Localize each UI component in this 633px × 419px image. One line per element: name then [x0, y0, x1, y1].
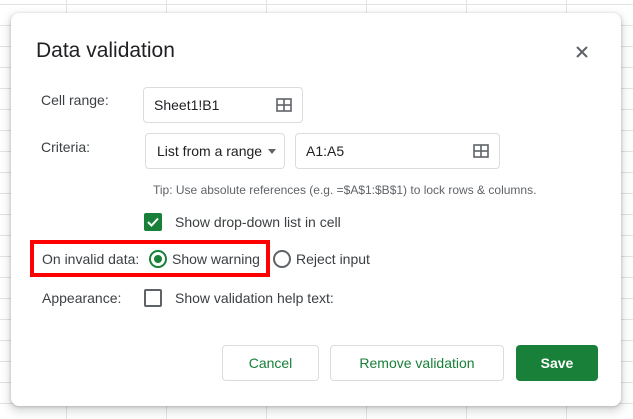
cell-range-field[interactable]	[143, 87, 303, 123]
checkmark-icon	[147, 217, 159, 227]
show-dropdown-checkbox[interactable]	[144, 213, 162, 231]
caret-down-icon	[268, 148, 277, 154]
cancel-button[interactable]: Cancel	[222, 345, 319, 381]
criteria-range-input[interactable]	[306, 143, 499, 159]
cell-range-label: Cell range:	[41, 92, 109, 108]
remove-validation-button[interactable]: Remove validation	[330, 345, 504, 381]
dialog-title: Data validation	[36, 39, 175, 62]
criteria-type-select[interactable]: List from a range	[145, 133, 285, 169]
help-text-label[interactable]: Show validation help text:	[175, 290, 334, 306]
red-highlight-box	[30, 240, 270, 277]
save-button[interactable]: Save	[516, 345, 598, 381]
reject-input-radio[interactable]	[273, 250, 291, 268]
criteria-type-value: List from a range	[157, 143, 263, 159]
criteria-label: Criteria:	[41, 139, 91, 155]
help-text-checkbox[interactable]	[144, 289, 162, 307]
reject-input-label[interactable]: Reject input	[296, 251, 370, 267]
data-validation-dialog: Data validation Cell range: Criteria: Li…	[11, 13, 621, 406]
criteria-tip: Tip: Use absolute references (e.g. =$A$1…	[153, 183, 537, 197]
appearance-label: Appearance:	[42, 290, 122, 306]
criteria-range-field[interactable]	[295, 133, 500, 169]
grid-select-icon[interactable]	[473, 144, 489, 158]
close-icon[interactable]	[571, 41, 593, 63]
grid-select-icon[interactable]	[276, 98, 292, 112]
show-dropdown-label[interactable]: Show drop-down list in cell	[175, 214, 341, 230]
